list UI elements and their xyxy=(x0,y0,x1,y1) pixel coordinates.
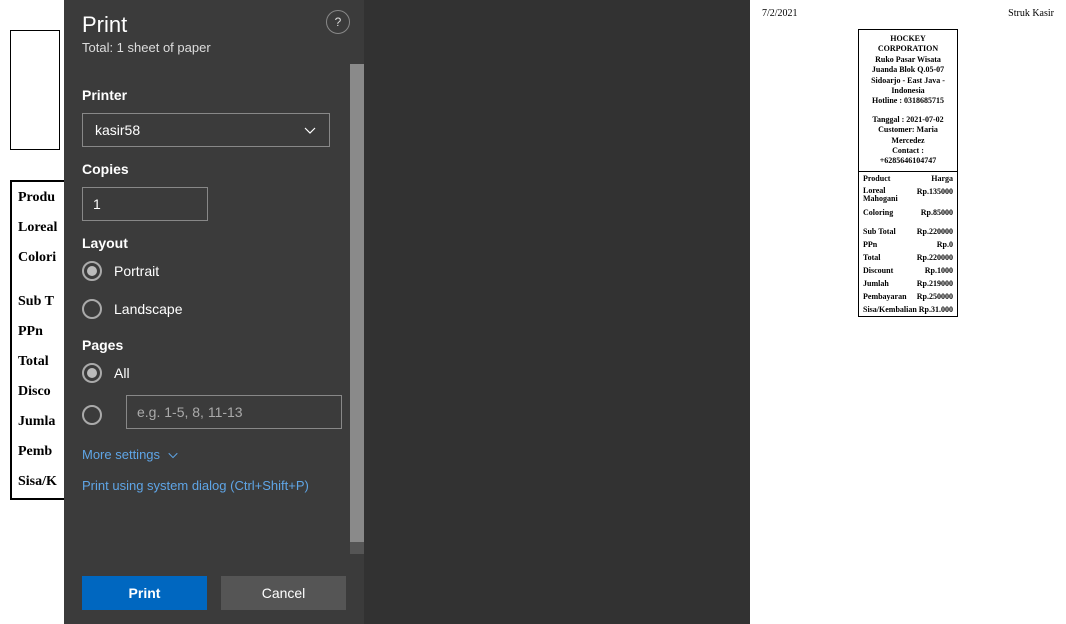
pages-range-input[interactable] xyxy=(126,395,342,429)
printer-label: Printer xyxy=(82,87,342,103)
more-settings-label: More settings xyxy=(82,447,160,462)
radio-icon xyxy=(82,261,102,281)
layout-portrait-radio[interactable]: Portrait xyxy=(82,261,342,281)
dialog-body: Printer kasir58 Copies Layout Portrait L… xyxy=(64,69,364,564)
bg-table: Produ Loreal Colori Sub T PPn Total Disc… xyxy=(10,180,70,500)
preview-title: Struk Kasir xyxy=(1008,8,1054,19)
layout-landscape-radio[interactable]: Landscape xyxy=(82,299,342,319)
dialog-footer: Print Cancel xyxy=(64,564,364,624)
receipt-header-box: HOCKEY CORPORATION Ruko Pasar Wisata Jua… xyxy=(858,29,958,171)
pages-all-radio[interactable]: All xyxy=(82,363,342,383)
radio-icon xyxy=(82,405,102,425)
print-preview-page: 7/2/2021 Struk Kasir HOCKEY CORPORATION … xyxy=(750,0,1066,624)
cancel-button[interactable]: Cancel xyxy=(221,576,346,610)
pages-range-radio[interactable] xyxy=(82,401,342,429)
dialog-header: Print Total: 1 sheet of paper ? xyxy=(64,0,364,69)
chevron-down-icon xyxy=(303,123,317,137)
copies-label: Copies xyxy=(82,161,342,177)
print-dialog: Print Total: 1 sheet of paper ? Printer … xyxy=(64,0,364,624)
radio-label: Portrait xyxy=(114,263,159,279)
dialog-subtitle: Total: 1 sheet of paper xyxy=(82,40,346,55)
dialog-title: Print xyxy=(82,12,346,38)
receipt-table: Product Harga Loreal Mahogani Rp.135000 … xyxy=(858,171,958,318)
printer-select[interactable]: kasir58 xyxy=(82,113,330,147)
help-button[interactable]: ? xyxy=(326,10,350,34)
print-button[interactable]: Print xyxy=(82,576,207,610)
radio-label: All xyxy=(114,365,130,381)
radio-icon xyxy=(82,363,102,383)
pages-label: Pages xyxy=(82,337,342,353)
preview-date: 7/2/2021 xyxy=(762,8,798,19)
bg-header-box xyxy=(10,30,60,150)
system-dialog-link[interactable]: Print using system dialog (Ctrl+Shift+P) xyxy=(82,478,342,493)
printer-value: kasir58 xyxy=(95,122,140,138)
more-settings-link[interactable]: More settings xyxy=(82,447,342,462)
radio-icon xyxy=(82,299,102,319)
radio-label: Landscape xyxy=(114,301,183,317)
layout-label: Layout xyxy=(82,235,342,251)
chevron-down-icon xyxy=(166,448,180,462)
copies-input[interactable] xyxy=(82,187,208,221)
